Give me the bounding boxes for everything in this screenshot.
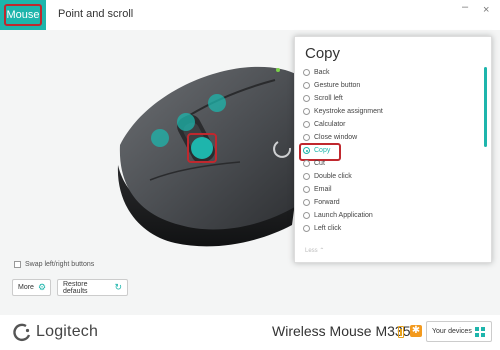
option-left-click[interactable]: Left click bbox=[303, 222, 473, 235]
brand-name: Logitech bbox=[36, 323, 99, 340]
option-label: Close window bbox=[314, 134, 358, 141]
logitech-logo: Logitech bbox=[12, 322, 98, 342]
option-double-click[interactable]: Double click bbox=[303, 170, 473, 183]
radio-icon bbox=[303, 186, 310, 193]
grid-icon bbox=[475, 327, 485, 337]
restore-icon: ↻ bbox=[114, 282, 122, 292]
tab-mouse[interactable]: Mouse bbox=[0, 0, 46, 30]
radio-icon bbox=[303, 212, 310, 219]
option-keystroke-assignment[interactable]: Keystroke assignment bbox=[303, 105, 473, 118]
unifying-receiver-icon: ✱ bbox=[410, 325, 422, 337]
close-button[interactable]: × bbox=[483, 5, 489, 16]
swap-label: Swap left/right buttons bbox=[25, 261, 95, 268]
restore-defaults-button[interactable]: Restore defaults ↻ bbox=[57, 279, 128, 296]
option-copy[interactable]: Copy bbox=[299, 143, 473, 161]
hotspot-left[interactable] bbox=[151, 129, 169, 147]
hotspot-top[interactable] bbox=[208, 94, 226, 112]
your-devices-label: Your devices bbox=[432, 328, 472, 335]
option-label: Copy bbox=[314, 147, 331, 154]
device-name: Wireless Mouse M335 bbox=[272, 323, 411, 339]
tab-mouse-label[interactable]: Mouse bbox=[4, 4, 42, 26]
option-label: Scroll left bbox=[314, 95, 343, 102]
radio-icon bbox=[303, 121, 310, 128]
restore-label: Restore defaults bbox=[63, 280, 88, 295]
option-label: Double click bbox=[314, 173, 352, 180]
panel-scrollbar[interactable] bbox=[484, 67, 487, 147]
hotspot-wheel-right[interactable] bbox=[177, 113, 195, 131]
action-panel: Copy Back Gesture button Scroll left Key… bbox=[294, 36, 492, 263]
option-email[interactable]: Email bbox=[303, 183, 473, 196]
option-forward[interactable]: Forward bbox=[303, 196, 473, 209]
option-launch-application[interactable]: Launch Application bbox=[303, 209, 473, 222]
radio-icon bbox=[303, 95, 310, 102]
more-button[interactable]: More ⚙ bbox=[12, 279, 51, 296]
action-options: Back Gesture button Scroll left Keystrok… bbox=[299, 66, 473, 235]
more-label: More bbox=[18, 284, 34, 291]
option-cut[interactable]: Cut bbox=[303, 157, 473, 170]
top-bar: Mouse Point and scroll – × bbox=[0, 0, 500, 30]
option-back[interactable]: Back bbox=[303, 66, 473, 79]
option-label: Launch Application bbox=[314, 212, 373, 219]
swap-buttons-option[interactable]: Swap left/right buttons bbox=[14, 261, 94, 268]
radio-icon bbox=[303, 225, 310, 232]
radio-icon bbox=[303, 108, 310, 115]
footer: Logitech Wireless Mouse M335 ✱ Your devi… bbox=[0, 315, 500, 350]
logitech-logo-icon bbox=[13, 323, 31, 342]
panel-title: Copy bbox=[305, 45, 341, 62]
minimize-button[interactable]: – bbox=[462, 2, 468, 13]
radio-icon bbox=[303, 134, 310, 141]
option-label: Left click bbox=[314, 225, 342, 232]
radio-icon bbox=[303, 82, 310, 89]
radio-icon bbox=[303, 160, 310, 167]
option-label: Forward bbox=[314, 199, 340, 206]
radio-icon bbox=[303, 173, 310, 180]
battery-icon bbox=[398, 326, 404, 338]
radio-selected-icon bbox=[303, 147, 310, 154]
your-devices-button[interactable]: Your devices bbox=[426, 321, 492, 342]
tab-point-and-scroll[interactable]: Point and scroll bbox=[58, 8, 133, 20]
option-scroll-left[interactable]: Scroll left bbox=[303, 92, 473, 105]
swap-checkbox[interactable] bbox=[14, 261, 21, 268]
radio-icon bbox=[303, 69, 310, 76]
option-label: Email bbox=[314, 186, 332, 193]
option-gesture-button[interactable]: Gesture button bbox=[303, 79, 473, 92]
option-label: Keystroke assignment bbox=[314, 108, 383, 115]
hotspot-wheel-click[interactable] bbox=[191, 137, 213, 159]
gear-icon: ⚙ bbox=[37, 282, 47, 292]
option-label: Back bbox=[314, 69, 330, 76]
option-calculator[interactable]: Calculator bbox=[303, 118, 473, 131]
option-label: Calculator bbox=[314, 121, 346, 128]
led-indicator bbox=[276, 68, 280, 72]
radio-icon bbox=[303, 199, 310, 206]
option-label: Cut bbox=[314, 160, 325, 167]
less-toggle[interactable]: Less ⌃ bbox=[305, 247, 324, 254]
option-label: Gesture button bbox=[314, 82, 361, 89]
